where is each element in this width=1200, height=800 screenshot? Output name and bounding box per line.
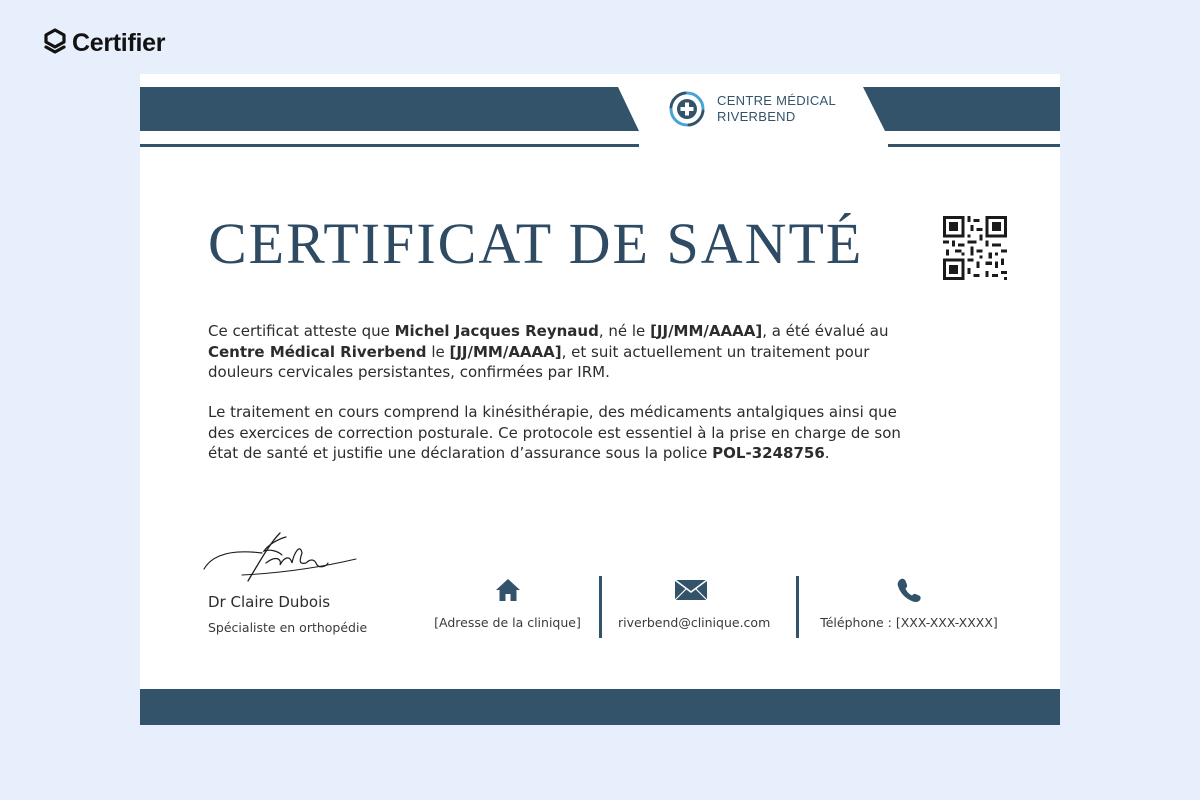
clinic-address: [Adresse de la clinique] bbox=[434, 615, 581, 630]
clinic-name-line2: RIVERBEND bbox=[717, 109, 796, 124]
contact-address: [Adresse de la clinique] bbox=[430, 576, 585, 630]
birth-date: [JJ/MM/AAAA] bbox=[650, 322, 763, 340]
paragraph-1-text: , né le bbox=[598, 322, 651, 340]
signer-name: Dr Claire Dubois bbox=[208, 593, 331, 611]
certificate-card: CENTRE MÉDICAL RIVERBEND CERTIFICAT DE S… bbox=[140, 74, 1060, 725]
home-icon bbox=[495, 579, 520, 601]
header-rule-right bbox=[888, 144, 1060, 147]
certifier-brand: Certifier bbox=[44, 28, 165, 58]
paragraph-1-text: , a été évalué au bbox=[762, 322, 889, 340]
evaluation-date: [JJ/MM/AAAA] bbox=[449, 342, 562, 361]
clinic-email: riverbend@clinique.com bbox=[618, 615, 771, 630]
certificate-paragraph-1: Ce certificat atteste que Michel Jacques… bbox=[208, 321, 928, 383]
paragraph-1-text: le bbox=[426, 342, 450, 361]
handwritten-signature bbox=[203, 532, 357, 582]
certifier-logo-icon bbox=[44, 28, 66, 54]
certificate-title: CERTIFICAT DE SANTÉ bbox=[208, 211, 864, 276]
clinic-logo: CENTRE MÉDICAL RIVERBEND bbox=[667, 89, 836, 129]
medical-cross-icon bbox=[669, 91, 705, 127]
brand-name: Certifier bbox=[72, 28, 166, 57]
contact-divider bbox=[599, 576, 602, 638]
contact-email: riverbend@clinique.com bbox=[618, 576, 771, 630]
policy-number: POL-3248756 bbox=[712, 444, 825, 462]
clinic-reference: Centre Médical Riverbend bbox=[208, 342, 427, 361]
header-band-left bbox=[140, 87, 639, 131]
paragraph-1-text: Ce certificat atteste que bbox=[208, 322, 395, 340]
paragraph-2-text: . bbox=[824, 444, 830, 462]
footer-band bbox=[140, 689, 1060, 725]
certificate-paragraph-2: Le traitement en cours comprend la kinés… bbox=[208, 402, 928, 464]
header-band-right bbox=[863, 87, 1060, 131]
contact-divider bbox=[796, 576, 799, 638]
signer-role: Spécialiste en orthopédie bbox=[208, 620, 368, 635]
clinic-phone: Téléphone : [XXX-XXX-XXXX] bbox=[820, 615, 998, 630]
clinic-name-line1: CENTRE MÉDICAL bbox=[717, 93, 837, 108]
patient-name: Michel Jacques Reynaud bbox=[394, 322, 599, 340]
qr-code-icon bbox=[943, 216, 1007, 280]
envelope-icon bbox=[674, 579, 708, 601]
header-rule-left bbox=[140, 144, 639, 147]
clinic-name: CENTRE MÉDICAL RIVERBEND bbox=[717, 93, 836, 125]
contact-phone: Téléphone : [XXX-XXX-XXXX] bbox=[816, 576, 1002, 630]
phone-icon bbox=[897, 578, 921, 602]
